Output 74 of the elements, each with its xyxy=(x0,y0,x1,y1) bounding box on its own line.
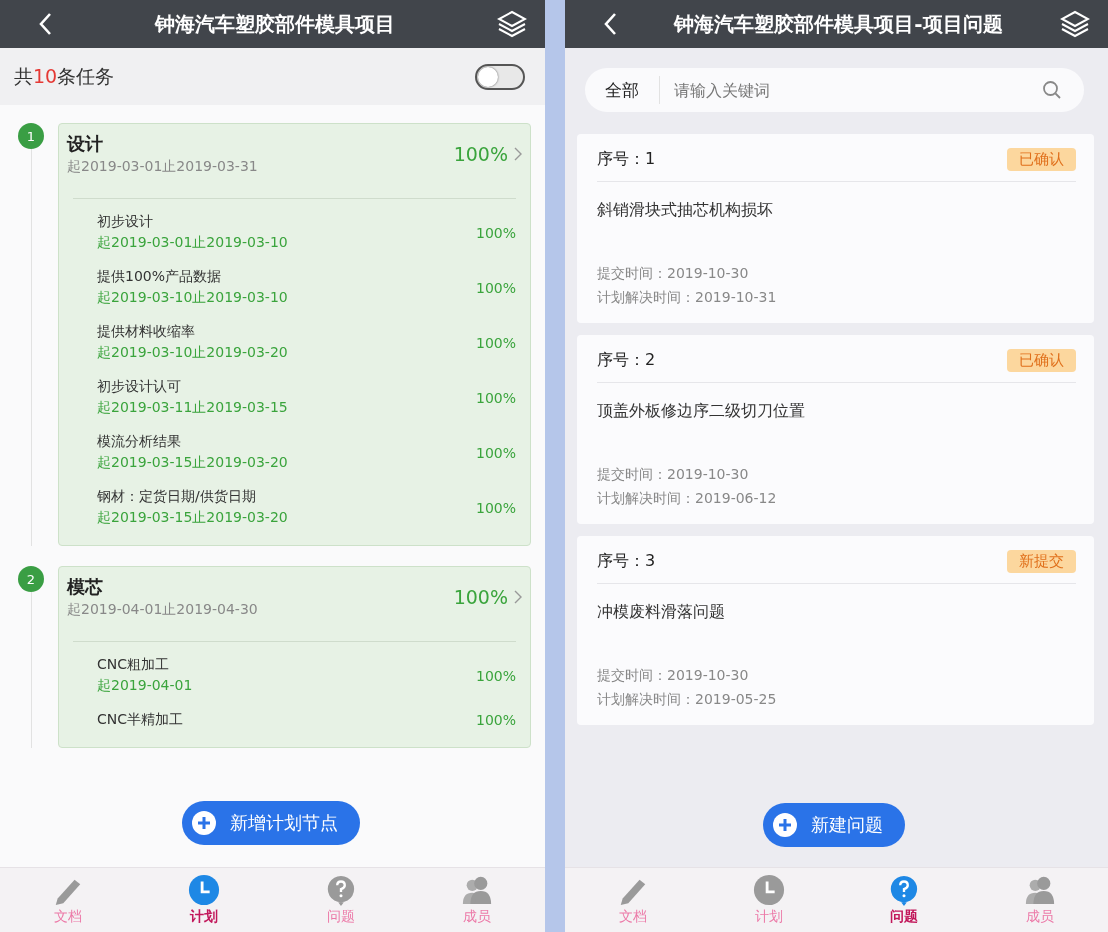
plus-icon xyxy=(773,813,797,837)
stage-name: 模芯 xyxy=(67,575,104,599)
task-name: 提供100%产品数据 xyxy=(97,268,223,286)
task-name: 初步设计认可 xyxy=(97,378,182,396)
task-dates: 起2019-03-01止2019-03-10 xyxy=(97,234,289,252)
task-percent: 100% xyxy=(475,224,516,241)
task-name: 模流分析结果 xyxy=(97,433,182,451)
search-field[interactable]: 全部 请输入关键词 xyxy=(585,68,1084,112)
task-dates: 起2019-03-11止2019-03-15 xyxy=(97,399,289,417)
plus-icon xyxy=(192,811,216,835)
step-number: 1 xyxy=(18,123,44,149)
stage-name: 设计 xyxy=(67,132,104,156)
submit-time: 提交时间：2019-10-30 xyxy=(597,666,750,685)
submit-time: 提交时间：2019-10-30 xyxy=(597,465,750,484)
task-percent: 100% xyxy=(475,389,516,406)
people-icon xyxy=(1024,874,1057,906)
task-percent: 100% xyxy=(475,667,516,684)
screen-title: 钟海汽车塑胶部件模具项目-项目问题 xyxy=(672,10,1004,38)
stage-card[interactable]: 模芯 起2019-04-01止2019-04-30 100% CNC粗加工 起2019-04-01 100% CNC半精加工 100% xyxy=(58,566,531,748)
task-name: CNC粗加工 xyxy=(97,656,171,674)
stage-card[interactable] xyxy=(58,123,531,546)
task-percent: 100% xyxy=(475,499,516,516)
people-icon xyxy=(460,874,493,906)
issue-title: 顶盖外板修边序二级切刀位置 xyxy=(597,401,806,422)
status-tag: 已确认 xyxy=(1007,148,1076,171)
status-tag: 已确认 xyxy=(1007,349,1076,372)
task-percent: 100% xyxy=(475,279,516,296)
issue-title: 冲模废料滑落问题 xyxy=(597,602,726,623)
layers-icon[interactable] xyxy=(1060,10,1090,38)
task-dates: 起2019-03-10止2019-03-10 xyxy=(97,289,289,307)
stage-percent: 100% xyxy=(453,143,508,165)
filter-dropdown[interactable]: 全部 xyxy=(605,76,660,104)
clock-icon xyxy=(188,874,221,906)
tab[interactable]: 计划 xyxy=(180,872,229,928)
stage-dates: 起2019-03-01止2019-03-31 xyxy=(67,158,259,176)
back-icon[interactable] xyxy=(38,12,52,36)
screen-title: 钟海汽车塑胶部件模具项目 xyxy=(153,10,396,38)
status-tag: 新提交 xyxy=(1007,550,1076,573)
planned-time: 计划解决时间：2019-06-12 xyxy=(597,489,778,508)
task-name: 提供材料收缩率 xyxy=(97,323,196,341)
task-name: 初步设计 xyxy=(97,213,154,231)
layers-icon[interactable] xyxy=(497,10,527,38)
issue-number: 序号：2 xyxy=(597,350,656,371)
issue-number: 序号：1 xyxy=(597,149,656,170)
task-count: 共10条任务 xyxy=(14,63,115,89)
task-dates: 起2019-03-15止2019-03-20 xyxy=(97,454,289,472)
task-percent: 100% xyxy=(475,712,516,728)
task-dates: 起2019-04-01 xyxy=(97,677,194,695)
stage-dates: 起2019-04-01止2019-04-30 xyxy=(67,601,259,619)
task-dates: 起2019-03-15止2019-03-20 xyxy=(97,509,289,527)
add-plan-node-button[interactable]: 新增计划节点 xyxy=(182,801,360,845)
planned-time: 计划解决时间：2019-05-25 xyxy=(597,690,778,709)
task-name: CNC半精加工 xyxy=(97,711,185,729)
task-percent: 100% xyxy=(475,334,516,351)
chevron-icon xyxy=(514,590,522,604)
search-icon[interactable] xyxy=(1042,80,1062,100)
submit-time: 提交时间：2019-10-30 xyxy=(597,264,750,283)
back-icon[interactable] xyxy=(603,12,617,36)
task-name: 钢材：定货日期/供货日期 xyxy=(97,488,257,506)
chevron-icon xyxy=(514,147,522,161)
task-percent: 100% xyxy=(475,444,516,461)
new-issue-button[interactable]: 新建问题 xyxy=(763,803,905,847)
issue-title: 斜销滑块式抽芯机构损坏 xyxy=(597,200,774,221)
step-number: 2 xyxy=(18,566,44,592)
issue-card[interactable]: 序号：2 已确认 顶盖外板修边序二级切刀位置 提交时间：2019-10-30 计划解决时间：2019-06-12 xyxy=(577,335,1094,524)
issue-card[interactable]: 序号：3 新提交 冲模废料滑落问题 提交时间：2019-10-30 计划解决时间：2019-05-25 xyxy=(577,536,1094,725)
clock-icon xyxy=(752,874,785,906)
task-dates: 起2019-03-10止2019-03-20 xyxy=(97,344,289,362)
tab[interactable]: 问题 xyxy=(880,872,929,928)
toggle-switch[interactable] xyxy=(475,63,525,90)
planned-time: 计划解决时间：2019-10-31 xyxy=(597,288,778,307)
issue-card[interactable]: 序号：1 已确认 斜销滑块式抽芯机构损坏 提交时间：2019-10-30 计划解决时间：2019-10-31 xyxy=(577,134,1094,323)
issue-number: 序号：3 xyxy=(597,551,656,572)
stage-percent: 100% xyxy=(453,586,508,608)
